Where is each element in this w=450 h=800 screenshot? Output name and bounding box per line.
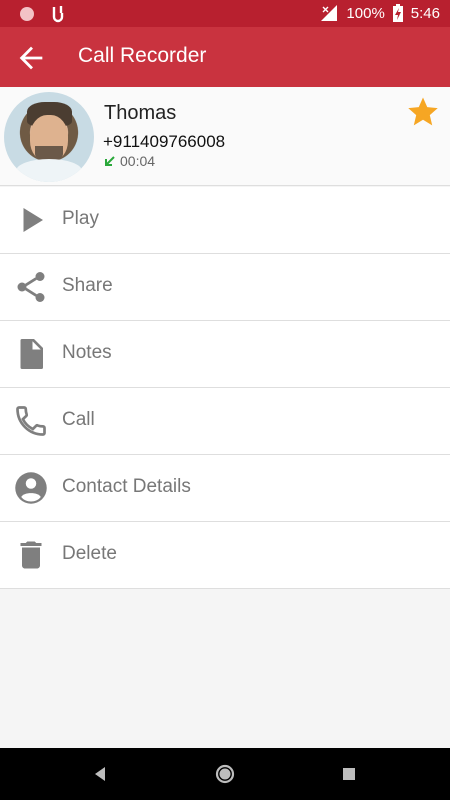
battery-percent: 100% <box>346 4 385 22</box>
phone-icon <box>16 406 46 436</box>
record-indicator-icon <box>20 7 34 21</box>
status-bar: 100% 5:46 <box>0 0 450 27</box>
status-left-icons <box>20 5 66 23</box>
menu-item-share[interactable]: Share <box>0 254 450 321</box>
battery-charging-icon <box>392 4 403 22</box>
delete-icon <box>20 541 42 569</box>
arrow-back-icon[interactable] <box>14 41 48 75</box>
status-right-icons: 100% 5:46 <box>320 4 440 22</box>
contact-name: Thomas <box>104 102 177 124</box>
nav-back-icon[interactable] <box>89 763 111 785</box>
menu-item-label: Notes <box>62 342 112 363</box>
menu-item-delete[interactable]: Delete <box>0 522 450 589</box>
menu-item-call[interactable]: Call <box>0 388 450 455</box>
nav-home-icon[interactable] <box>214 763 236 785</box>
action-menu: Play Share Notes Call Contact Details De… <box>0 187 450 589</box>
menu-item-contact-details[interactable]: Contact Details <box>0 455 450 522</box>
call-duration: 00:04 <box>120 153 156 169</box>
contact-header: Thomas +911409766008 00:04 <box>0 87 450 186</box>
notes-icon <box>20 339 43 369</box>
menu-item-label: Delete <box>62 543 117 564</box>
nav-recents-icon[interactable] <box>338 763 360 785</box>
favorite-star-icon[interactable] <box>406 95 440 129</box>
contact-number: +911409766008 <box>103 132 226 151</box>
app-bar: Call Recorder <box>0 27 450 87</box>
menu-item-notes[interactable]: Notes <box>0 321 450 388</box>
contact-icon <box>15 472 47 504</box>
menu-item-label: Contact Details <box>62 476 191 497</box>
no-signal-icon <box>321 5 338 21</box>
app-notification-icon <box>52 6 64 23</box>
share-icon <box>17 272 45 302</box>
app-title: Call Recorder <box>78 44 207 67</box>
clock: 5:46 <box>410 4 440 22</box>
call-info-row: 00:04 <box>103 153 155 169</box>
system-nav-bar <box>0 748 450 800</box>
incoming-call-arrow-icon <box>105 155 115 166</box>
menu-item-label: Call <box>62 409 95 430</box>
menu-item-play[interactable]: Play <box>0 187 450 254</box>
avatar <box>4 92 94 182</box>
menu-item-label: Share <box>62 275 113 296</box>
menu-item-label: Play <box>62 208 99 229</box>
play-icon <box>23 208 43 232</box>
